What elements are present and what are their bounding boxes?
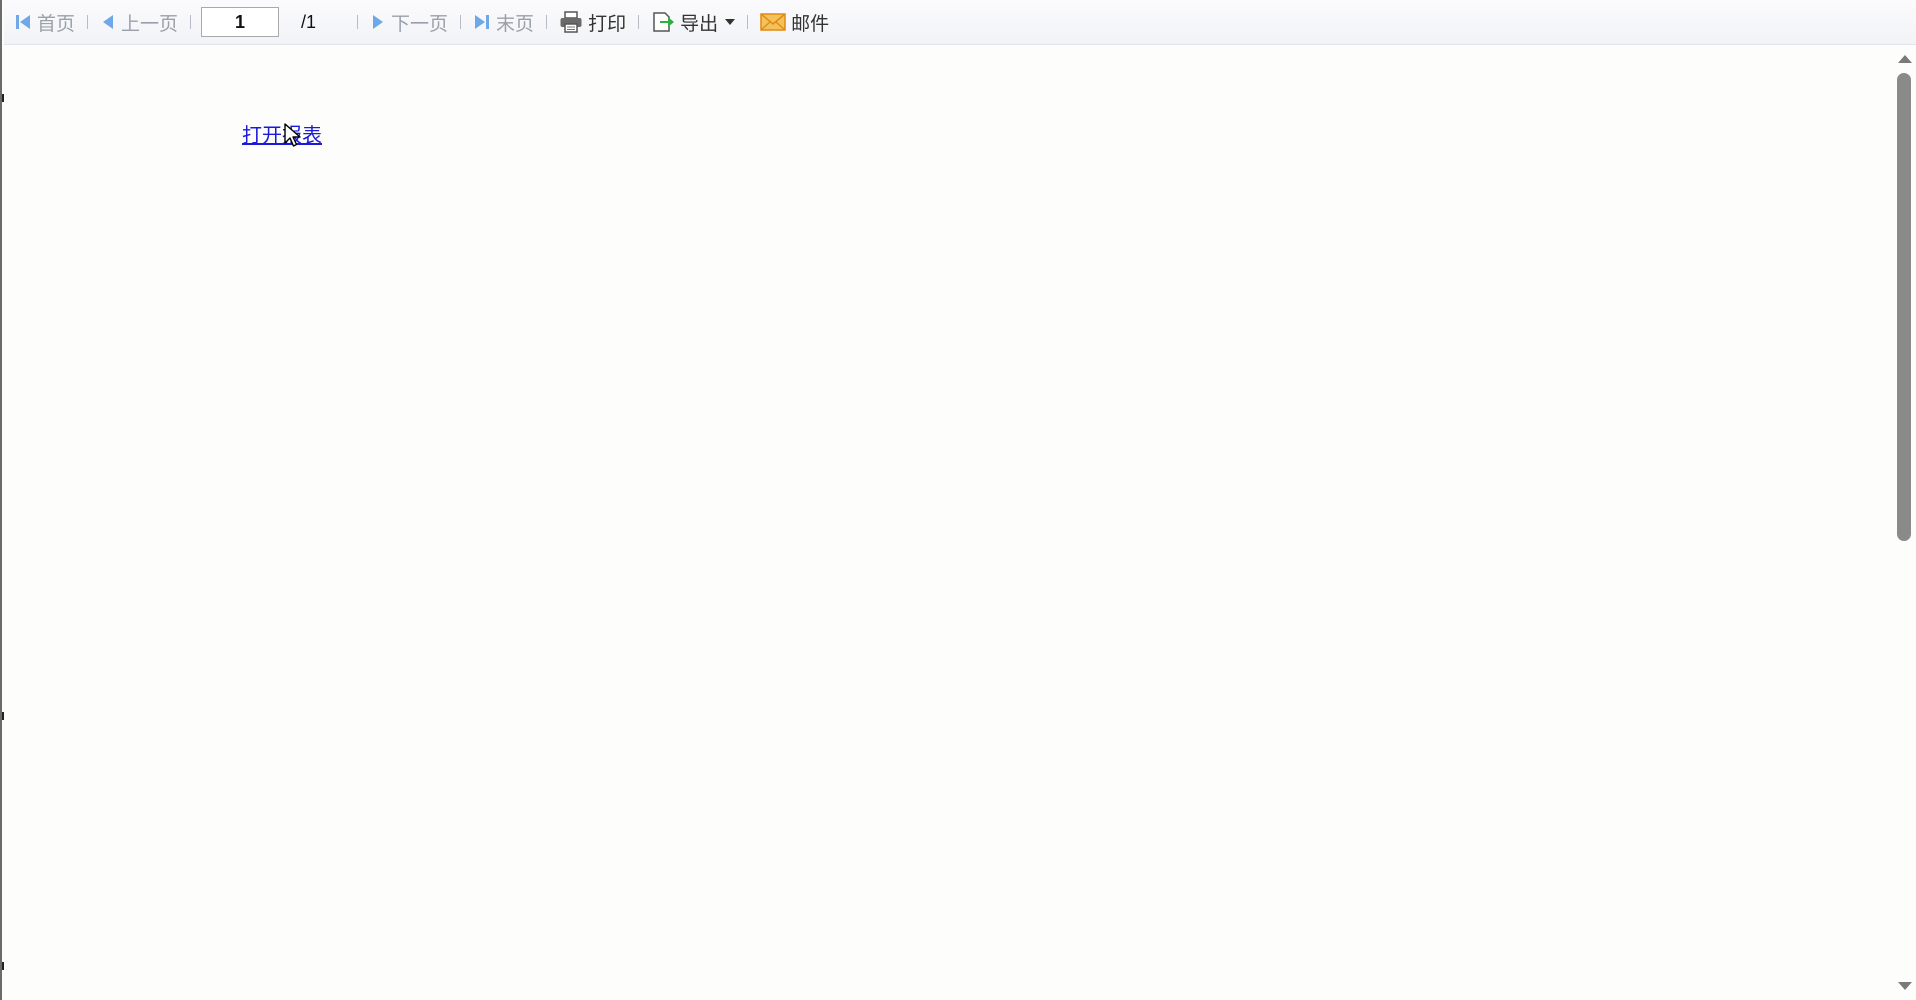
report-viewer-window: 首页 上一页 /1 下一页 末页 [0,0,1916,1000]
report-toolbar: 首页 上一页 /1 下一页 末页 [4,0,1916,45]
toolbar-separator [87,15,89,29]
next-page-label: 下一页 [391,12,449,35]
toolbar-separator [190,15,192,29]
last-page-button[interactable]: 末页 [469,6,538,38]
frame-edge-marker [2,94,4,102]
vertical-scrollbar[interactable] [1892,45,1916,1000]
export-icon [653,12,675,32]
page-number-input[interactable] [201,7,280,37]
prev-page-button[interactable]: 上一页 [96,6,182,38]
first-page-button[interactable]: 首页 [10,6,79,38]
chevron-down-icon [725,19,736,25]
frame-edge-marker [2,962,4,970]
scrollbar-thumb[interactable] [1897,73,1911,541]
prev-page-label: 上一页 [121,12,179,35]
scroll-down-arrow-icon[interactable] [1898,982,1912,990]
mail-icon [760,13,786,31]
print-label: 打印 [588,12,627,35]
toolbar-separator [638,15,640,29]
first-page-label: 首页 [37,12,76,35]
toolbar-separator [357,15,359,29]
scroll-up-arrow-icon[interactable] [1898,55,1912,63]
export-label: 导出 [680,12,719,35]
mail-button[interactable]: 邮件 [756,6,833,38]
first-page-icon [16,15,30,29]
next-page-icon [373,15,384,29]
toolbar-separator [546,15,548,29]
mail-label: 邮件 [791,12,830,35]
export-button[interactable]: 导出 [647,6,739,38]
prev-page-icon [103,15,114,29]
printer-icon [560,11,582,33]
report-content-area: 打开报表 [4,45,1894,1000]
frame-edge-marker [2,712,4,720]
open-report-link[interactable]: 打开报表 [242,119,322,148]
next-page-button[interactable]: 下一页 [366,6,452,38]
toolbar-separator [747,15,749,29]
total-pages: /1 [301,11,317,32]
last-page-icon [475,15,490,29]
mouse-cursor-icon [284,123,301,147]
print-button[interactable]: 打印 [555,6,630,38]
toolbar-separator [460,15,462,29]
last-page-label: 末页 [496,12,535,35]
